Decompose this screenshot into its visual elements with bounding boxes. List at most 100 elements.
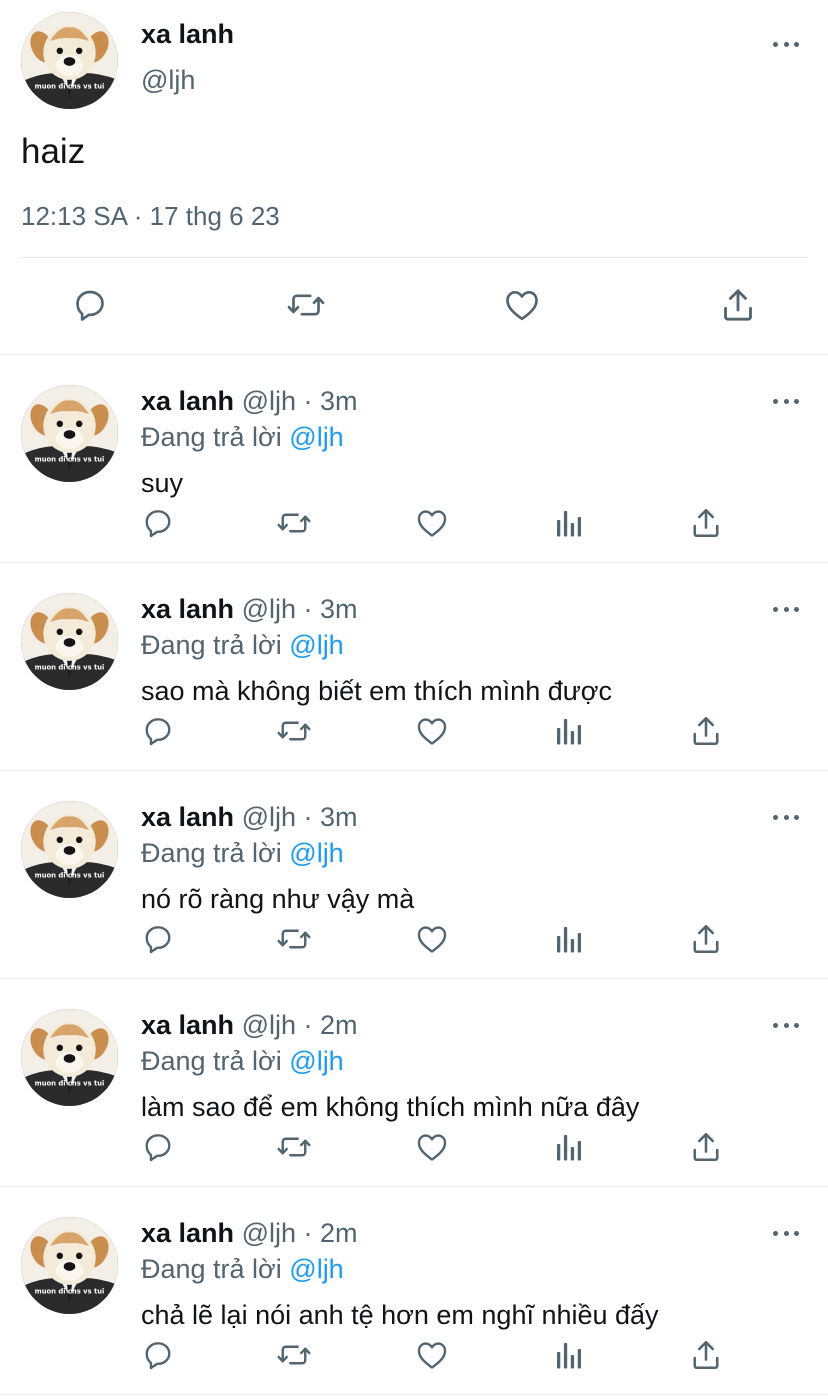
reply-tweet[interactable]: muon di chs vs tui xa lanh @ljh · 3m Đang …	[0, 355, 828, 563]
mention-link[interactable]: @ljh	[289, 422, 343, 452]
handle[interactable]: @ljh	[242, 594, 296, 624]
reply-tweet[interactable]: muon di chs vs tui xa lanh @ljh · 2m Đang …	[0, 1187, 828, 1395]
share-icon[interactable]	[688, 1337, 724, 1373]
mention-link[interactable]: @ljh	[289, 838, 343, 868]
reply-icon[interactable]	[140, 1337, 176, 1373]
display-name[interactable]: xa lanh	[141, 19, 234, 50]
avatar[interactable]: muon di chs vs tui	[21, 1009, 118, 1106]
mention-link[interactable]: @ljh	[289, 1254, 343, 1284]
avatar[interactable]: muon di chs vs tui	[21, 1217, 118, 1314]
replying-prefix: Đang trả lời	[141, 1046, 282, 1076]
reply-tweet[interactable]: muon di chs vs tui xa lanh @ljh · 2m Đang …	[0, 979, 828, 1187]
like-icon[interactable]	[414, 1129, 450, 1165]
replying-to: Đang trả lời @ljh	[141, 1253, 344, 1285]
avatar[interactable]: muon di chs vs tui	[21, 12, 118, 109]
main-tweet: muon di chs vs tui xa lanh @ljh haiz 12:…	[0, 0, 828, 355]
reply-text: làm sao để em không thích mình nữa đây	[141, 1092, 640, 1122]
more-options-icon[interactable]	[769, 1223, 803, 1243]
svg-text:muon di chs vs tui: muon di chs vs tui	[35, 1288, 105, 1296]
views-icon[interactable]	[551, 713, 587, 749]
more-options-icon[interactable]	[769, 391, 803, 411]
reply-text: chả lẽ lại nói anh tệ hơn em nghĩ nhiều …	[141, 1300, 659, 1330]
retweet-icon[interactable]	[276, 505, 312, 541]
reply-icon[interactable]	[70, 285, 110, 325]
display-name[interactable]: xa lanh	[141, 386, 234, 416]
more-options-icon[interactable]	[769, 807, 803, 827]
svg-text:muon di chs vs tui: muon di chs vs tui	[35, 456, 105, 464]
relative-time[interactable]: 3m	[320, 802, 358, 832]
svg-text:muon di chs vs tui: muon di chs vs tui	[35, 872, 105, 880]
display-name[interactable]: xa lanh	[141, 1010, 234, 1040]
avatar[interactable]: muon di chs vs tui	[21, 801, 118, 898]
svg-text:muon di chs vs tui: muon di chs vs tui	[35, 1080, 105, 1088]
replying-to: Đang trả lời @ljh	[141, 629, 344, 661]
reply-icon[interactable]	[140, 713, 176, 749]
share-icon[interactable]	[718, 285, 758, 325]
separator-dot: ·	[303, 802, 313, 832]
handle[interactable]: @ljh	[242, 386, 296, 416]
share-icon[interactable]	[688, 1129, 724, 1165]
tweet-text: haiz	[21, 132, 86, 171]
reply-text: suy	[141, 468, 184, 498]
tweet-timestamp[interactable]: 12:13 SA · 17 thg 6 23	[21, 201, 280, 232]
views-icon[interactable]	[551, 1337, 587, 1373]
reply-tweet[interactable]: muon di chs vs tui xa lanh @ljh · 3m Đang …	[0, 771, 828, 979]
handle[interactable]: @ljh	[242, 802, 296, 832]
more-options-icon[interactable]	[769, 34, 803, 54]
retweet-icon[interactable]	[276, 713, 312, 749]
handle[interactable]: @ljh	[141, 65, 195, 96]
like-icon[interactable]	[414, 921, 450, 957]
relative-time[interactable]: 2m	[320, 1010, 358, 1040]
separator-dot: ·	[303, 1218, 313, 1248]
more-options-icon[interactable]	[769, 1015, 803, 1035]
avatar[interactable]: muon di chs vs tui	[21, 593, 118, 690]
replying-to: Đang trả lời @ljh	[141, 837, 344, 869]
retweet-icon[interactable]	[276, 1129, 312, 1165]
views-icon[interactable]	[551, 921, 587, 957]
mention-link[interactable]: @ljh	[289, 630, 343, 660]
svg-text:muon di chs vs tui: muon di chs vs tui	[35, 664, 105, 672]
views-icon[interactable]	[551, 1129, 587, 1165]
reply-header: xa lanh @ljh · 3m	[141, 593, 358, 625]
reply-header: xa lanh @ljh · 2m	[141, 1009, 358, 1041]
relative-time[interactable]: 3m	[320, 594, 358, 624]
more-options-icon[interactable]	[769, 599, 803, 619]
like-icon[interactable]	[414, 713, 450, 749]
avatar[interactable]: muon di chs vs tui	[21, 385, 118, 482]
separator-dot: ·	[303, 1010, 313, 1040]
like-icon[interactable]	[414, 505, 450, 541]
relative-time[interactable]: 3m	[320, 386, 358, 416]
separator-dot: ·	[303, 386, 313, 416]
retweet-icon[interactable]	[276, 1337, 312, 1373]
reply-header: xa lanh @ljh · 2m	[141, 1217, 358, 1249]
share-icon[interactable]	[688, 921, 724, 957]
reply-header: xa lanh @ljh · 3m	[141, 385, 358, 417]
display-name[interactable]: xa lanh	[141, 802, 234, 832]
mention-link[interactable]: @ljh	[289, 1046, 343, 1076]
handle[interactable]: @ljh	[242, 1218, 296, 1248]
retweet-icon[interactable]	[286, 285, 326, 325]
reply-icon[interactable]	[140, 921, 176, 957]
relative-time[interactable]: 2m	[320, 1218, 358, 1248]
share-icon[interactable]	[688, 713, 724, 749]
views-icon[interactable]	[551, 505, 587, 541]
display-name[interactable]: xa lanh	[141, 1218, 234, 1248]
reply-text: sao mà không biết em thích mình được	[141, 676, 613, 706]
reply-header: xa lanh @ljh · 3m	[141, 801, 358, 833]
retweet-icon[interactable]	[276, 921, 312, 957]
handle[interactable]: @ljh	[242, 1010, 296, 1040]
reply-icon[interactable]	[140, 505, 176, 541]
separator-dot: ·	[303, 594, 313, 624]
replying-prefix: Đang trả lời	[141, 422, 282, 452]
display-name[interactable]: xa lanh	[141, 594, 234, 624]
like-icon[interactable]	[502, 285, 542, 325]
replying-prefix: Đang trả lời	[141, 838, 282, 868]
like-icon[interactable]	[414, 1337, 450, 1373]
replying-prefix: Đang trả lời	[141, 630, 282, 660]
replying-to: Đang trả lời @ljh	[141, 421, 344, 453]
reply-tweet[interactable]: muon di chs vs tui xa lanh @ljh · 3m Đang …	[0, 563, 828, 771]
share-icon[interactable]	[688, 505, 724, 541]
reply-icon[interactable]	[140, 1129, 176, 1165]
svg-text:muon di chs vs tui: muon di chs vs tui	[35, 83, 105, 91]
replying-prefix: Đang trả lời	[141, 1254, 282, 1284]
